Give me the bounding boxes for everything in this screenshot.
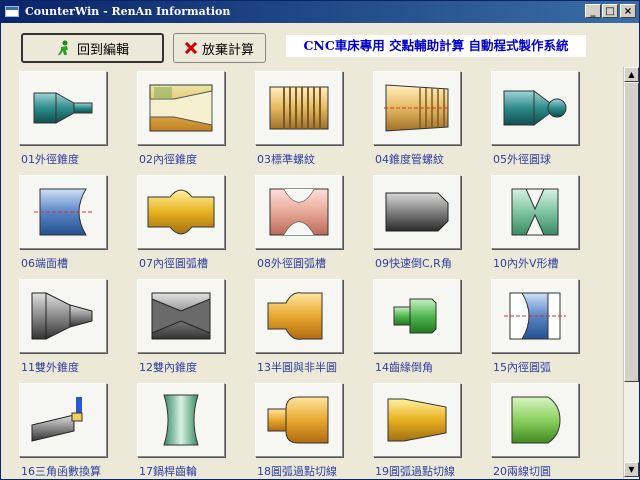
function-label: 19圓弧過點切線 (375, 465, 455, 478)
vertical-scrollbar[interactable]: ▲ ▼ (623, 67, 639, 479)
function-grid: 01外徑錐度 02內徑錐度 03標準螺紋 04錐度管螺紋 05外徑圓球 06端面… (3, 67, 621, 479)
v-groove-icon (491, 175, 579, 249)
outer-ball-icon (491, 71, 579, 145)
function-label: 13半圓與非半圓 (257, 361, 337, 374)
function-label: 04錐度管螺紋 (375, 153, 444, 166)
function-item-14[interactable]: 14齒緣倒角 (373, 279, 491, 379)
function-label: 12雙內錐度 (139, 361, 197, 374)
maximize-button[interactable]: □ (602, 4, 618, 18)
function-label: 17鍋桿齒輪 (139, 465, 197, 478)
function-label: 01外徑錐度 (21, 153, 79, 166)
trig-conversion-icon (19, 383, 107, 457)
inner-taper-icon (137, 71, 225, 145)
function-label: 05外徑圓球 (493, 153, 551, 166)
face-groove-icon (19, 175, 107, 249)
app-icon (5, 6, 19, 17)
function-item-18[interactable]: 18圓弧過點切線 (255, 383, 373, 479)
function-item-09[interactable]: 09快速倒C,R角 (373, 175, 491, 275)
function-label: 07內徑圓弧槽 (139, 257, 208, 270)
function-label: 14齒緣倒角 (375, 361, 433, 374)
function-label: 10內外V形槽 (493, 257, 559, 270)
function-label: 09快速倒C,R角 (375, 257, 452, 270)
gear-edge-chamfer-icon (373, 279, 461, 353)
inner-arc-groove-icon (137, 175, 225, 249)
function-item-06[interactable]: 06端面槽 (19, 175, 137, 275)
function-item-03[interactable]: 03標準螺紋 (255, 71, 373, 171)
function-label: 06端面槽 (21, 257, 68, 270)
window-title: CounterWin - RenAn Information (25, 5, 231, 18)
person-icon (57, 40, 68, 55)
function-label: 03標準螺紋 (257, 153, 315, 166)
function-label: 15內徑圓弧 (493, 361, 551, 374)
function-label: 18圓弧過點切線 (257, 465, 337, 478)
double-outer-taper-icon (19, 279, 107, 353)
minimize-button[interactable]: _ (585, 4, 601, 18)
inner-arc-icon (491, 279, 579, 353)
function-item-08[interactable]: 08外徑圓弧槽 (255, 175, 373, 275)
function-label: 16三角函數換算 (21, 465, 101, 478)
arc-tangent-a-icon (255, 383, 343, 457)
system-banner: CNC車床專用 交點輔助計算 自動程式製作系統 (286, 35, 586, 57)
title-bar[interactable]: CounterWin - RenAn Information _ □ × (1, 1, 639, 23)
close-button[interactable]: × (620, 4, 636, 18)
back-to-edit-label: 回到編輯 (76, 42, 129, 58)
function-item-04[interactable]: 04錐度管螺紋 (373, 71, 491, 171)
discard-calc-button[interactable]: 放棄計算 (173, 33, 266, 63)
scroll-up-icon[interactable]: ▲ (624, 67, 639, 82)
two-line-tangent-circle-icon (491, 383, 579, 457)
worm-gear-icon (137, 383, 225, 457)
semicircle-icon (255, 279, 343, 353)
scroll-down-icon[interactable]: ▼ (624, 462, 639, 477)
function-item-11[interactable]: 11雙外錐度 (19, 279, 137, 379)
function-item-15[interactable]: 15內徑圓弧 (491, 279, 609, 379)
scroll-thumb[interactable] (624, 82, 639, 382)
function-item-16[interactable]: 16三角函數換算 (19, 383, 137, 479)
outer-taper-icon (19, 71, 107, 145)
discard-calc-label: 放棄計算 (201, 42, 254, 58)
function-item-05[interactable]: 05外徑圓球 (491, 71, 609, 171)
app-window: CounterWin - RenAn Information _ □ × 回到編… (0, 0, 640, 480)
function-item-10[interactable]: 10內外V形槽 (491, 175, 609, 275)
x-icon (184, 42, 197, 54)
outer-arc-groove-icon (255, 175, 343, 249)
function-label: 11雙外錐度 (21, 361, 79, 374)
function-item-07[interactable]: 07內徑圓弧槽 (137, 175, 255, 275)
function-item-17[interactable]: 17鍋桿齒輪 (137, 383, 255, 479)
chamfer-icon (373, 175, 461, 249)
function-item-19[interactable]: 19圓弧過點切線 (373, 383, 491, 479)
function-label: 08外徑圓弧槽 (257, 257, 326, 270)
taper-pipe-thread-icon (373, 71, 461, 145)
function-item-02[interactable]: 02內徑錐度 (137, 71, 255, 171)
function-label: 20兩線切圓 (493, 465, 551, 478)
arc-tangent-b-icon (373, 383, 461, 457)
function-item-13[interactable]: 13半圓與非半圓 (255, 279, 373, 379)
function-item-12[interactable]: 12雙內錐度 (137, 279, 255, 379)
function-item-20[interactable]: 20兩線切圓 (491, 383, 609, 479)
back-to-edit-button[interactable]: 回到編輯 (21, 33, 164, 63)
double-inner-taper-icon (137, 279, 225, 353)
function-item-01[interactable]: 01外徑錐度 (19, 71, 137, 171)
function-label: 02內徑錐度 (139, 153, 197, 166)
standard-thread-icon (255, 71, 343, 145)
